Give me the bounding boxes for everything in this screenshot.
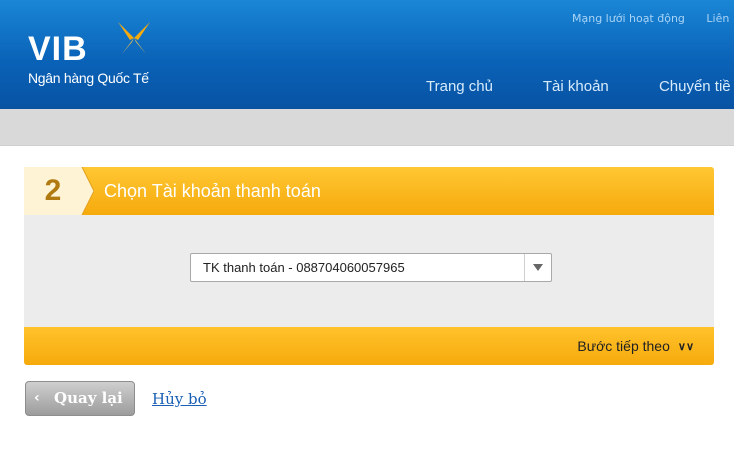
cancel-link[interactable]: Hủy bỏ — [152, 390, 207, 408]
nav-transfer[interactable]: Chuyển tiề — [659, 78, 731, 95]
next-step-label: Bước tiếp theo — [577, 338, 670, 354]
account-select[interactable]: TK thanh toán - 088704060057965 — [190, 253, 552, 282]
dropdown-arrow-icon[interactable] — [524, 254, 551, 281]
top-links: Mạng lưới hoạt động Liên — [572, 12, 734, 25]
double-chevron-down-icon: ∨∨ — [677, 341, 694, 353]
brand-tagline: Ngân hàng Quốc Tế — [28, 70, 149, 86]
sub-nav-band — [0, 109, 734, 146]
nav-accounts[interactable]: Tài khoản — [543, 78, 609, 95]
vib-logo[interactable]: VIB Ngân hàng Quốc Tế — [28, 22, 150, 86]
next-step-button[interactable]: Bước tiếp theo ∨∨ — [577, 327, 694, 366]
step-panel: 2 Chọn Tài khoản thanh toán TK thanh toá… — [24, 167, 714, 365]
site-header: VIB Ngân hàng Quốc Tế Mạng lưới hoạt độn… — [0, 0, 734, 109]
account-select-value: TK thanh toán - 088704060057965 — [203, 260, 405, 275]
back-button-label: Quay lại — [54, 389, 123, 407]
chevron-left-icon: ‹ — [34, 390, 40, 406]
step-arrow-icon — [72, 167, 94, 215]
top-link-network[interactable]: Mạng lưới hoạt động — [572, 12, 685, 25]
step-body: TK thanh toán - 088704060057965 — [24, 215, 714, 327]
top-link-contact[interactable]: Liên — [706, 12, 729, 25]
step-title: Chọn Tài khoản thanh toán — [104, 181, 321, 201]
back-button[interactable]: ‹ Quay lại — [25, 381, 135, 416]
step-header: 2 Chọn Tài khoản thanh toán — [24, 167, 714, 215]
vib-bird-icon — [118, 22, 150, 54]
nav-home[interactable]: Trang chủ — [426, 78, 493, 95]
step-footer: Bước tiếp theo ∨∨ — [24, 327, 714, 365]
main-nav: Trang chủ Tài khoản Chuyển tiề — [426, 78, 734, 95]
